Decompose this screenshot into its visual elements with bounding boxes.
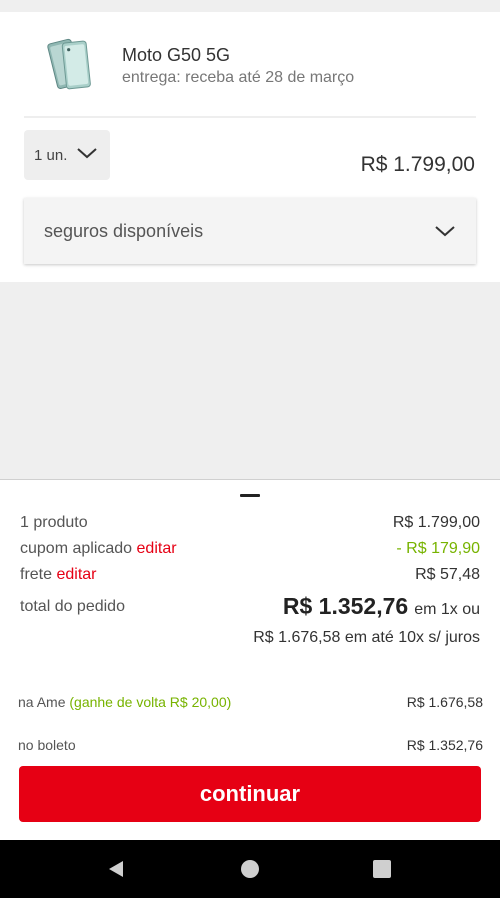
insurance-label: seguros disponíveis [44, 220, 204, 241]
delivery-estimate: entrega: receba até 28 de março [122, 69, 355, 86]
products-row: 1 produto R$ 1.799,00 [20, 514, 480, 532]
payment-boleto-row: no boleto R$ 1.352,76 [18, 737, 483, 753]
payment-boleto-value: R$ 1.352,76 [406, 737, 483, 753]
product-name: Moto G50 5G [122, 45, 231, 65]
total-block: R$ 1.352,76 em 1x ou [283, 593, 480, 620]
chevron-down-icon [77, 148, 97, 159]
chevron-down-icon [435, 226, 455, 237]
coupon-row: cupom aplicado editar - R$ 179,90 [20, 540, 480, 558]
product-image [47, 38, 91, 90]
edit-shipping-link[interactable]: editar [56, 566, 96, 583]
payment-ame-value: R$ 1.676,58 [406, 694, 483, 710]
shipping-row: frete editar R$ 57,48 [20, 566, 480, 584]
coupon-label: cupom aplicado [20, 540, 133, 557]
payment-ame-row: na Ame (ganhe de volta R$ 20,00) R$ 1.67… [18, 694, 483, 710]
shipping-value: R$ 57,48 [415, 566, 480, 583]
total-label: total do pedido [20, 598, 125, 615]
cashback-text: (ganhe de volta R$ 20,00) [69, 694, 232, 710]
recent-apps-icon[interactable] [373, 860, 391, 878]
order-summary-sheet: 1 produto R$ 1.799,00 cupom aplicado edi… [0, 479, 500, 840]
quantity-value: 1 un. [34, 146, 68, 164]
products-value: R$ 1.799,00 [392, 514, 480, 531]
product-card: Moto G50 5G entrega: receba até 28 de ma… [0, 12, 500, 282]
total-suffix: em 1x ou [414, 601, 480, 618]
payment-boleto-label: no boleto [18, 737, 76, 753]
installments-text: R$ 1.676,58 em até 10x s/ juros [253, 629, 480, 646]
shipping-label: frete [20, 566, 53, 583]
insurance-dropdown[interactable]: seguros disponíveis [24, 198, 476, 264]
back-icon[interactable] [106, 859, 126, 879]
quantity-select[interactable]: 1 un. [24, 130, 110, 180]
top-strip [0, 0, 500, 12]
payment-ame-label: na Ame [18, 694, 66, 710]
continue-button[interactable]: continuar [19, 766, 481, 822]
total-value: R$ 1.352,76 [282, 593, 409, 619]
coupon-discount: - R$ 179,90 [396, 540, 480, 557]
sheet-drag-handle[interactable] [240, 494, 260, 497]
product-price: R$ 1.799,00 [360, 153, 475, 176]
divider [24, 116, 476, 118]
products-label: 1 produto [20, 514, 88, 531]
system-nav-bar [0, 840, 500, 898]
home-icon[interactable] [241, 860, 259, 878]
edit-coupon-link[interactable]: editar [137, 540, 177, 557]
